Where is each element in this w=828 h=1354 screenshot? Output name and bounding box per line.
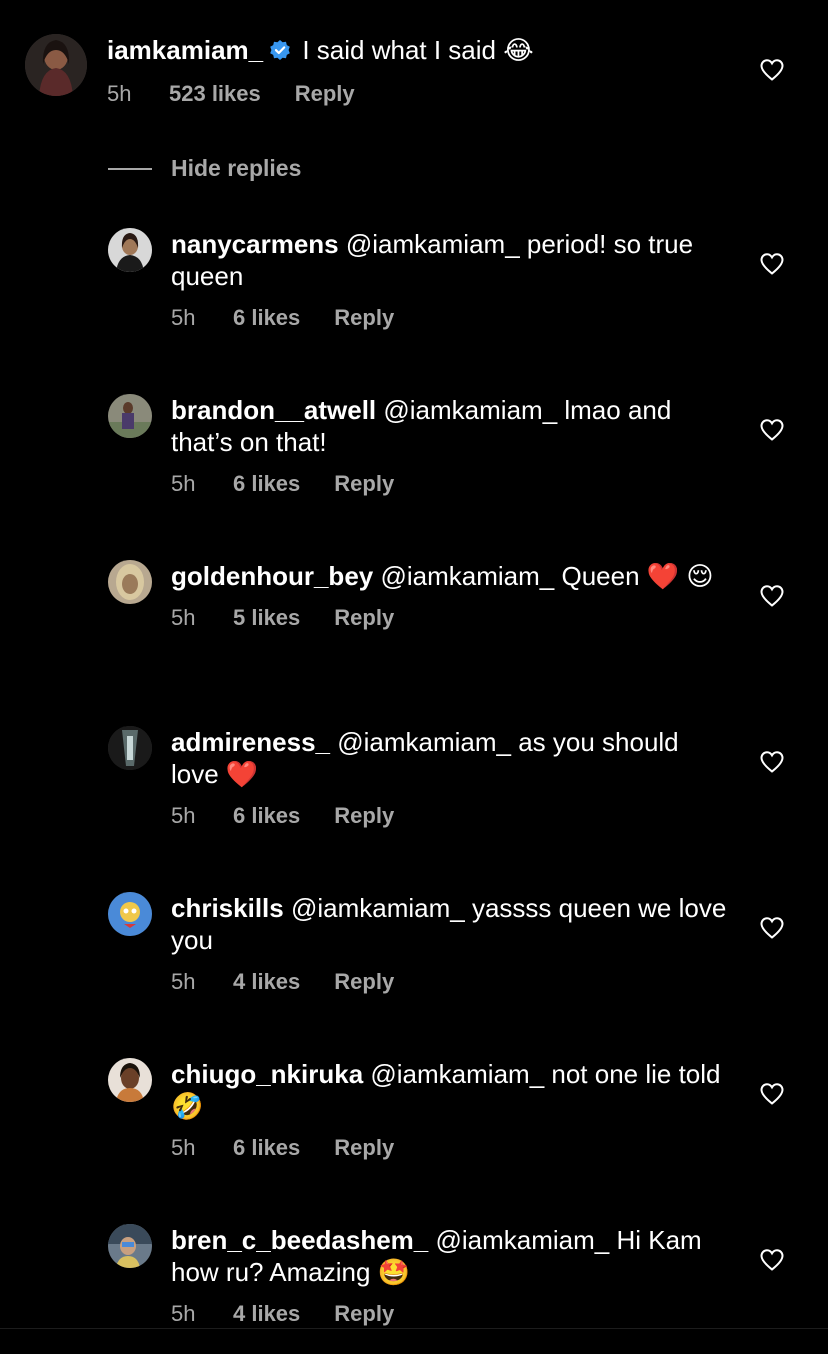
comment-likes[interactable]: 523 likes: [169, 80, 261, 108]
verified-badge-icon: [269, 36, 291, 60]
reply-button[interactable]: Reply: [334, 1134, 394, 1162]
comment-username[interactable]: chriskills: [171, 893, 284, 923]
comment-time: 5h: [171, 305, 196, 330]
comment-username[interactable]: admireness_: [171, 727, 330, 757]
comment-text: chiugo_nkiruka @iamkamiam_ not one lie t…: [171, 1058, 731, 1122]
hide-replies-line: [108, 168, 152, 170]
reply-button[interactable]: Reply: [334, 470, 394, 498]
comment-body: I said what I said 😂: [302, 35, 534, 65]
avatar[interactable]: [108, 726, 152, 770]
comment-time: 5h: [107, 81, 132, 106]
heart-outline-icon[interactable]: [759, 750, 785, 774]
comment-likes[interactable]: 6 likes: [233, 470, 300, 498]
comment-text: chriskills @iamkamiam_ yassss queen we l…: [171, 892, 731, 956]
avatar[interactable]: [25, 34, 87, 96]
avatar[interactable]: [108, 394, 152, 438]
comment-likes[interactable]: 4 likes: [233, 968, 300, 996]
comment-likes[interactable]: 6 likes: [233, 1134, 300, 1162]
comment-username[interactable]: brandon__atwell: [171, 395, 376, 425]
reply-button[interactable]: Reply: [334, 802, 394, 830]
avatar[interactable]: [108, 892, 152, 936]
comment-text: goldenhour_bey @iamkamiam_ Queen ❤️ 😌: [171, 560, 731, 592]
heart-outline-icon[interactable]: [759, 1082, 785, 1106]
reply-button[interactable]: Reply: [334, 604, 394, 632]
comment-text: nanycarmens @iamkamiam_ period! so true …: [171, 228, 731, 292]
comment-time: 5h: [171, 1301, 196, 1326]
comment-username[interactable]: bren_c_beedashem_: [171, 1225, 428, 1255]
reply-button[interactable]: Reply: [334, 304, 394, 332]
comment-time: 5h: [171, 605, 196, 630]
comments-thread: iamkamiam_ I said what I said 😂 5h 523 li…: [0, 0, 828, 1354]
comment-time: 5h: [171, 471, 196, 496]
avatar[interactable]: [108, 1058, 152, 1102]
reply-button[interactable]: Reply: [334, 968, 394, 996]
avatar[interactable]: [108, 228, 152, 272]
comment-likes[interactable]: 6 likes: [233, 304, 300, 332]
heart-outline-icon[interactable]: [759, 584, 785, 608]
comment-time: 5h: [171, 803, 196, 828]
comment-username[interactable]: nanycarmens: [171, 229, 339, 259]
comment-username[interactable]: iamkamiam_: [107, 35, 263, 65]
divider: [0, 1328, 828, 1329]
comment-username[interactable]: goldenhour_bey: [171, 561, 373, 591]
reply-button[interactable]: Reply: [295, 80, 355, 108]
comment-text: iamkamiam_ I said what I said 😂: [107, 34, 747, 66]
comment-body: @iamkamiam_ Queen ❤️ 😌: [380, 561, 714, 591]
comment-text: bren_c_beedashem_ @iamkamiam_ Hi Kam how…: [171, 1224, 731, 1288]
heart-outline-icon[interactable]: [759, 418, 785, 442]
reply-button[interactable]: Reply: [334, 1300, 394, 1328]
hide-replies-label: Hide replies: [171, 155, 302, 181]
comment-username[interactable]: chiugo_nkiruka: [171, 1059, 363, 1089]
heart-outline-icon[interactable]: [759, 1248, 785, 1272]
heart-outline-icon[interactable]: [759, 58, 785, 82]
comment-likes[interactable]: 4 likes: [233, 1300, 300, 1328]
heart-outline-icon[interactable]: [759, 916, 785, 940]
comment-text: admireness_ @iamkamiam_ as you should lo…: [171, 726, 731, 790]
comment-likes[interactable]: 6 likes: [233, 802, 300, 830]
comment-likes[interactable]: 5 likes: [233, 604, 300, 632]
heart-outline-icon[interactable]: [759, 252, 785, 276]
comment-text: brandon__atwell @iamkamiam_ lmao and tha…: [171, 394, 731, 458]
comment-time: 5h: [171, 1135, 196, 1160]
avatar[interactable]: [108, 560, 152, 604]
comment-time: 5h: [171, 969, 196, 994]
avatar[interactable]: [108, 1224, 152, 1268]
